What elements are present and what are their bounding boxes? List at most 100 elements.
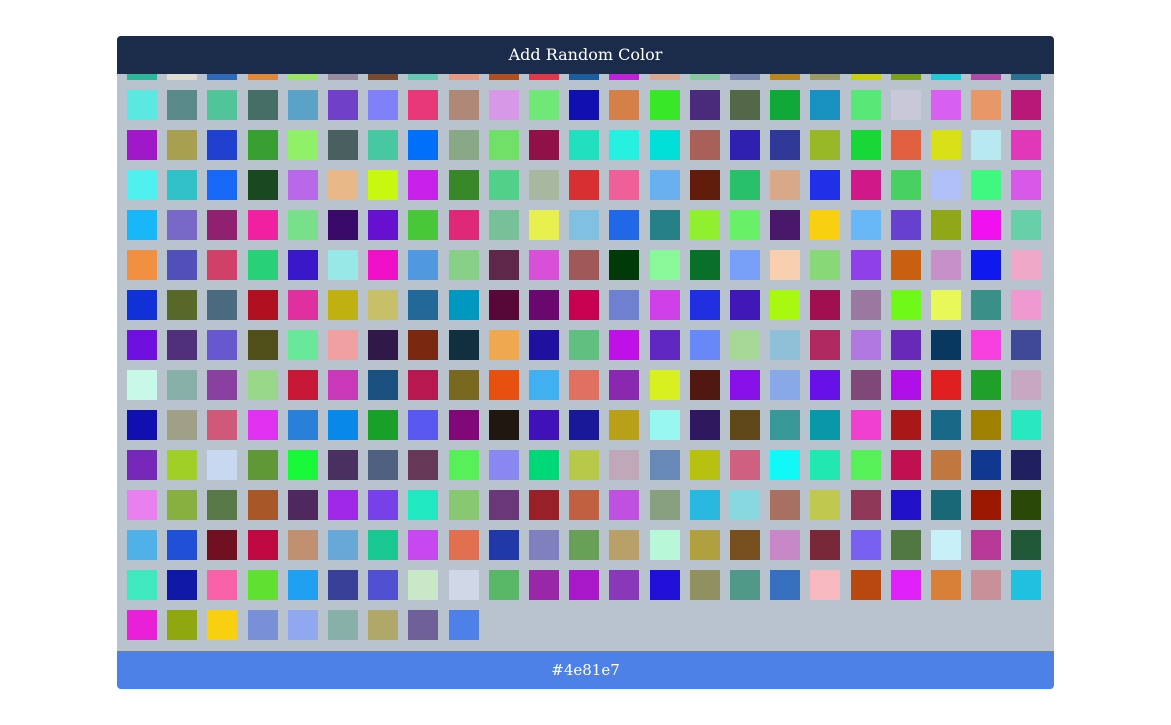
color-swatch[interactable] (328, 450, 358, 480)
color-swatch[interactable] (529, 250, 559, 280)
color-swatch[interactable] (931, 490, 961, 520)
color-swatch[interactable] (248, 210, 278, 240)
color-swatch[interactable] (971, 130, 1001, 160)
color-swatch[interactable] (650, 410, 680, 440)
color-swatch[interactable] (248, 74, 278, 80)
color-swatch[interactable] (931, 74, 961, 80)
color-swatch[interactable] (489, 330, 519, 360)
color-swatch[interactable] (690, 210, 720, 240)
color-swatch[interactable] (690, 90, 720, 120)
color-swatch[interactable] (650, 170, 680, 200)
color-swatch[interactable] (810, 74, 840, 80)
color-swatch[interactable] (851, 570, 881, 600)
color-swatch[interactable] (408, 410, 438, 440)
color-swatch[interactable] (449, 130, 479, 160)
color-swatch[interactable] (328, 170, 358, 200)
color-swatch[interactable] (730, 90, 760, 120)
color-swatch[interactable] (489, 130, 519, 160)
color-swatch[interactable] (1011, 370, 1041, 400)
color-swatch[interactable] (1011, 130, 1041, 160)
color-swatch[interactable] (609, 490, 639, 520)
color-swatch[interactable] (690, 290, 720, 320)
color-swatch[interactable] (449, 410, 479, 440)
color-swatch[interactable] (770, 250, 800, 280)
color-swatch[interactable] (408, 250, 438, 280)
color-swatch[interactable] (207, 330, 237, 360)
color-swatch[interactable] (609, 210, 639, 240)
color-swatch[interactable] (207, 450, 237, 480)
color-swatch[interactable] (891, 490, 921, 520)
color-swatch[interactable] (529, 290, 559, 320)
color-swatch[interactable] (730, 330, 760, 360)
color-swatch[interactable] (851, 450, 881, 480)
color-swatch[interactable] (810, 530, 840, 560)
color-swatch[interactable] (931, 370, 961, 400)
color-swatch[interactable] (810, 130, 840, 160)
color-swatch[interactable] (690, 490, 720, 520)
color-swatch[interactable] (288, 610, 318, 640)
color-swatch[interactable] (891, 90, 921, 120)
color-swatch[interactable] (408, 90, 438, 120)
color-swatch[interactable] (931, 90, 961, 120)
color-swatch[interactable] (489, 170, 519, 200)
color-swatch[interactable] (851, 530, 881, 560)
color-swatch[interactable] (529, 210, 559, 240)
color-swatch[interactable] (609, 330, 639, 360)
color-swatch[interactable] (609, 250, 639, 280)
color-swatch[interactable] (851, 330, 881, 360)
color-swatch[interactable] (770, 170, 800, 200)
color-swatch[interactable] (408, 130, 438, 160)
color-swatch[interactable] (207, 530, 237, 560)
color-swatch[interactable] (248, 490, 278, 520)
color-swatch[interactable] (449, 250, 479, 280)
color-swatch[interactable] (127, 290, 157, 320)
color-swatch[interactable] (1011, 290, 1041, 320)
color-swatch[interactable] (127, 410, 157, 440)
color-swatch[interactable] (288, 330, 318, 360)
color-swatch[interactable] (489, 410, 519, 440)
color-swatch[interactable] (810, 410, 840, 440)
color-swatch[interactable] (288, 370, 318, 400)
color-swatch[interactable] (328, 74, 358, 80)
color-swatch[interactable] (248, 610, 278, 640)
color-swatch[interactable] (288, 290, 318, 320)
color-swatch[interactable] (971, 490, 1001, 520)
color-swatch[interactable] (931, 130, 961, 160)
color-swatch[interactable] (569, 170, 599, 200)
color-swatch[interactable] (650, 570, 680, 600)
color-swatch[interactable] (288, 74, 318, 80)
color-swatch[interactable] (368, 450, 398, 480)
color-swatch[interactable] (449, 290, 479, 320)
color-swatch[interactable] (971, 570, 1001, 600)
color-swatch[interactable] (931, 570, 961, 600)
color-swatch[interactable] (891, 290, 921, 320)
color-swatch[interactable] (770, 90, 800, 120)
color-swatch-grid[interactable] (117, 74, 1054, 651)
color-swatch[interactable] (851, 210, 881, 240)
color-swatch[interactable] (167, 530, 197, 560)
color-swatch[interactable] (971, 210, 1001, 240)
color-swatch[interactable] (368, 410, 398, 440)
color-swatch[interactable] (288, 410, 318, 440)
color-swatch[interactable] (328, 90, 358, 120)
color-swatch[interactable] (891, 370, 921, 400)
color-swatch[interactable] (368, 130, 398, 160)
color-swatch[interactable] (449, 74, 479, 80)
color-swatch[interactable] (368, 90, 398, 120)
color-swatch[interactable] (690, 370, 720, 400)
color-swatch[interactable] (288, 570, 318, 600)
color-swatch[interactable] (1011, 90, 1041, 120)
color-swatch[interactable] (127, 90, 157, 120)
color-swatch[interactable] (368, 74, 398, 80)
color-swatch[interactable] (891, 530, 921, 560)
color-swatch[interactable] (288, 90, 318, 120)
color-swatch[interactable] (248, 450, 278, 480)
color-swatch[interactable] (167, 74, 197, 80)
color-swatch[interactable] (730, 74, 760, 80)
color-swatch[interactable] (1011, 170, 1041, 200)
color-swatch[interactable] (529, 490, 559, 520)
color-swatch[interactable] (931, 290, 961, 320)
color-swatch[interactable] (489, 90, 519, 120)
color-swatch[interactable] (971, 250, 1001, 280)
color-swatch[interactable] (449, 330, 479, 360)
